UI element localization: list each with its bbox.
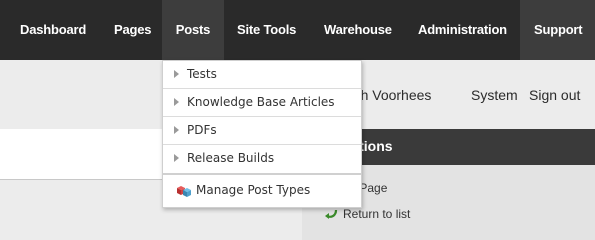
top-navigation: Dashboard Pages Posts Site Tools Warehou… [0, 0, 595, 60]
menu-item-label: Manage Post Types [196, 183, 311, 197]
caret-right-icon [174, 154, 179, 162]
caret-right-icon [174, 70, 179, 78]
nav-administration[interactable]: Administration [405, 0, 520, 60]
return-label: Return to list [343, 207, 411, 221]
menu-item-label: Knowledge Base Articles [187, 95, 335, 109]
menu-item-tests[interactable]: Tests [163, 61, 361, 89]
posts-dropdown-menu: Tests Knowledge Base Articles PDFs Relea… [162, 60, 362, 208]
caret-right-icon [174, 98, 179, 106]
nav-pages[interactable]: Pages [100, 0, 162, 60]
cube-stack-icon [177, 186, 191, 197]
sign-out-link[interactable]: Sign out [529, 87, 580, 103]
menu-item-label: PDFs [187, 123, 217, 137]
menu-item-manage-post-types[interactable]: Manage Post Types [163, 175, 361, 207]
menu-item-label: Release Builds [187, 151, 275, 165]
caret-right-icon [174, 126, 179, 134]
nav-site-tools[interactable]: Site Tools [224, 0, 311, 60]
menu-item-label: Tests [187, 67, 217, 81]
menu-item-knowledge-base-articles[interactable]: Knowledge Base Articles [163, 89, 361, 117]
return-arrow-icon [325, 209, 338, 219]
system-link[interactable]: System [471, 87, 518, 103]
nav-dashboard[interactable]: Dashboard [0, 0, 100, 60]
return-to-list-link[interactable]: Return to list [324, 207, 410, 221]
nav-support[interactable]: Support [520, 0, 595, 60]
menu-item-pdfs[interactable]: PDFs [163, 117, 361, 145]
menu-item-release-builds[interactable]: Release Builds [163, 145, 361, 175]
nav-posts[interactable]: Posts [162, 0, 224, 60]
nav-warehouse[interactable]: Warehouse [311, 0, 405, 60]
